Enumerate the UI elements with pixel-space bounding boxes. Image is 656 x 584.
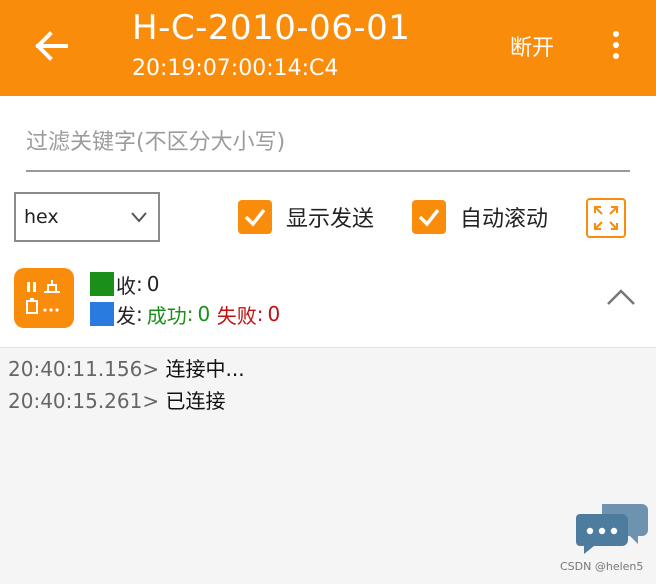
chevron-up-icon (607, 289, 635, 305)
stats-panel: 收: 0 发: 成功: 0 失败: 0 (90, 270, 280, 330)
log-line: 20:40:15.261> 已连接 (8, 386, 648, 418)
receive-count: 0 (146, 272, 160, 296)
show-send-checkbox[interactable]: 显示发送 (238, 198, 374, 236)
chat-bubble-icon[interactable] (576, 500, 650, 558)
log-panel[interactable]: 20:40:11.156> 连接中... 20:40:15.261> 已连接 (0, 347, 656, 584)
fullscreen-icon (594, 206, 618, 230)
app-bar: H-C-2010-06-01 20:19:07:00:14:C4 断开 (0, 0, 656, 96)
receive-color-icon (90, 272, 114, 296)
fail-count: 0 (267, 302, 281, 326)
receive-stat: 收: 0 (90, 270, 280, 298)
auto-scroll-checkbox[interactable]: 自动滚动 (412, 198, 548, 236)
auto-scroll-label: 自动滚动 (460, 207, 549, 232)
send-color-icon (90, 302, 114, 326)
collapse-button[interactable] (604, 286, 638, 308)
device-title: H-C-2010-06-01 (132, 8, 411, 48)
filter-input[interactable] (26, 118, 630, 166)
fullscreen-button[interactable] (586, 198, 626, 238)
more-options-button[interactable] (604, 28, 628, 64)
chevron-down-icon (131, 212, 147, 223)
show-send-label: 显示发送 (286, 207, 375, 232)
pause-clear-icon (26, 280, 60, 314)
arrow-left-icon (35, 31, 68, 61)
send-stat: 发: 成功: 0 失败: 0 (90, 300, 280, 328)
checkbox-checked-icon (412, 200, 446, 234)
device-address: 20:19:07:00:14:C4 (132, 56, 339, 81)
format-select[interactable]: hex (14, 192, 160, 242)
log-timestamp: 20:40:11.156> (8, 357, 160, 381)
send-label: 发 (116, 303, 136, 328)
checkbox-checked-icon (238, 200, 272, 234)
log-timestamp: 20:40:15.261> (8, 389, 160, 413)
success-label: 成功 (146, 303, 187, 328)
log-message: 连接中... (165, 357, 245, 381)
disconnect-button[interactable]: 断开 (510, 30, 554, 62)
log-line: 20:40:11.156> 连接中... (8, 354, 648, 386)
watermark: CSDN @helen5 (560, 560, 644, 573)
back-button[interactable] (30, 28, 74, 64)
receive-label: 收 (116, 273, 136, 298)
success-count: 0 (197, 302, 211, 326)
format-select-value: hex (24, 206, 59, 228)
filter-field (26, 118, 630, 172)
more-vert-icon (604, 31, 628, 59)
fail-label: 失败 (216, 303, 257, 328)
log-message: 已连接 (165, 389, 226, 413)
pause-button[interactable] (14, 268, 74, 328)
